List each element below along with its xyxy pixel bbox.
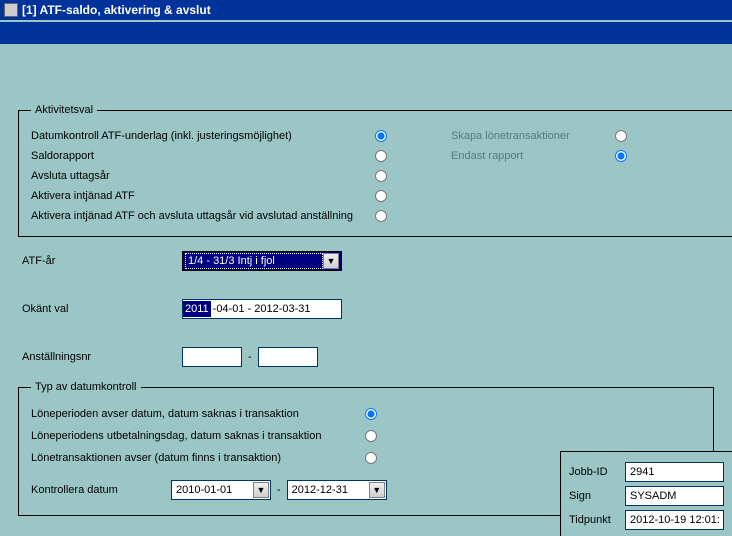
app-icon — [4, 3, 18, 17]
aktivitetsval-option-1: Saldorapport — [31, 150, 371, 162]
datumkontroll-row-0: Löneperioden avser datum, datum saknas i… — [31, 403, 701, 425]
datumkontroll-radio-2[interactable] — [365, 452, 377, 464]
aktivitetsval-right-1: Endast rapport — [451, 150, 611, 162]
okant-part1: 2011 — [183, 301, 211, 317]
datumkontroll-radio-0[interactable] — [365, 408, 377, 420]
aktivitetsval-option-2: Avsluta uttagsår — [31, 170, 371, 182]
atf-ar-row: ATF-år 1/4 - 31/3 Intj i fjol ▼ — [22, 251, 714, 271]
middle-fields: ATF-år 1/4 - 31/3 Intj i fjol ▼ Okänt va… — [18, 251, 714, 367]
jobbid-field[interactable] — [625, 462, 724, 482]
aktivitetsval-option-4: Aktivera intjänad ATF och avsluta uttags… — [31, 210, 371, 222]
window: [1] ATF-saldo, aktivering & avslut Aktiv… — [0, 0, 732, 536]
aktivitetsval-row-4: Aktivera intjänad ATF och avsluta uttags… — [31, 206, 732, 226]
status-panel: Jobb-ID Sign Tidpunkt — [560, 451, 732, 536]
aktivitetsval-row-1: Saldorapport Endast rapport — [31, 146, 732, 166]
aktivitetsval-legend: Aktivitetsval — [31, 104, 97, 116]
aktivitetsval-row-3: Aktivera intjänad ATF — [31, 186, 732, 206]
aktivitetsval-radio-2[interactable] — [375, 170, 387, 182]
okant-label: Okänt val — [22, 303, 182, 315]
sign-label: Sign — [569, 490, 625, 502]
kontrollera-to-value: 2012-12-31 — [288, 482, 369, 498]
tidpunkt-row: Tidpunkt — [569, 508, 724, 532]
aktivitetsval-right-0: Skapa lönetransaktioner — [451, 130, 611, 142]
datumkontroll-option-0: Löneperioden avser datum, datum saknas i… — [31, 408, 361, 420]
aktivitetsval-radio-1[interactable] — [375, 150, 387, 162]
anstallningsnr-from[interactable] — [182, 347, 242, 367]
range-separator-2: - — [277, 484, 281, 496]
kontrollera-label: Kontrollera datum — [31, 484, 171, 496]
chevron-down-icon[interactable]: ▼ — [369, 482, 385, 498]
aktivitetsval-option-0: Datumkontroll ATF-underlag (inkl. juster… — [31, 130, 371, 142]
titlebar: [1] ATF-saldo, aktivering & avslut — [0, 0, 732, 20]
aktivitetsval-radio-0[interactable] — [375, 130, 387, 142]
okant-field[interactable]: 2011 -04-01 - 2012-03-31 — [182, 299, 342, 319]
datumkontroll-row-1: Löneperiodens utbetalningsdag, datum sak… — [31, 425, 701, 447]
aktivitetsval-row-0: Datumkontroll ATF-underlag (inkl. juster… — [31, 126, 732, 146]
okant-row: Okänt val 2011 -04-01 - 2012-03-31 — [22, 299, 714, 319]
sign-row: Sign — [569, 484, 724, 508]
kontrollera-to-dropdown[interactable]: 2012-12-31 ▼ — [287, 480, 387, 500]
atf-ar-label: ATF-år — [22, 255, 182, 267]
chevron-down-icon[interactable]: ▼ — [253, 482, 269, 498]
atf-ar-dropdown[interactable]: 1/4 - 31/3 Intj i fjol ▼ — [182, 251, 342, 271]
anstallningsnr-label: Anställningsnr — [22, 351, 182, 363]
jobbid-row: Jobb-ID — [569, 460, 724, 484]
window-title: [1] ATF-saldo, aktivering & avslut — [22, 3, 211, 17]
chevron-down-icon[interactable]: ▼ — [323, 253, 339, 269]
tidpunkt-field[interactable] — [625, 510, 724, 530]
sign-field[interactable] — [625, 486, 724, 506]
tidpunkt-label: Tidpunkt — [569, 514, 625, 526]
range-separator-1: - — [248, 351, 252, 363]
kontrollera-from-value: 2010-01-01 — [172, 482, 253, 498]
datumkontroll-option-1: Löneperiodens utbetalningsdag, datum sak… — [31, 430, 361, 442]
datumkontroll-option-2: Lönetransaktionen avser (datum finns i t… — [31, 452, 361, 464]
anstallningsnr-to[interactable] — [258, 347, 318, 367]
jobbid-label: Jobb-ID — [569, 466, 625, 478]
aktivitetsval-right-radio-0[interactable] — [615, 130, 627, 142]
aktivitetsval-group: Aktivitetsval Datumkontroll ATF-underlag… — [18, 104, 732, 237]
aktivitetsval-radio-4[interactable] — [375, 210, 387, 222]
toolbar-strip — [0, 22, 732, 44]
kontrollera-from-dropdown[interactable]: 2010-01-01 ▼ — [171, 480, 271, 500]
anstallningsnr-row: Anställningsnr - — [22, 347, 714, 367]
okant-part2: -04-01 - 2012-03-31 — [211, 301, 313, 317]
aktivitetsval-row-2: Avsluta uttagsår — [31, 166, 732, 186]
aktivitetsval-right-radio-1[interactable] — [615, 150, 627, 162]
datumkontroll-legend: Typ av datumkontroll — [31, 381, 141, 393]
datumkontroll-radio-1[interactable] — [365, 430, 377, 442]
atf-ar-value: 1/4 - 31/3 Intj i fjol — [185, 253, 323, 269]
aktivitetsval-option-3: Aktivera intjänad ATF — [31, 190, 371, 202]
aktivitetsval-radio-3[interactable] — [375, 190, 387, 202]
